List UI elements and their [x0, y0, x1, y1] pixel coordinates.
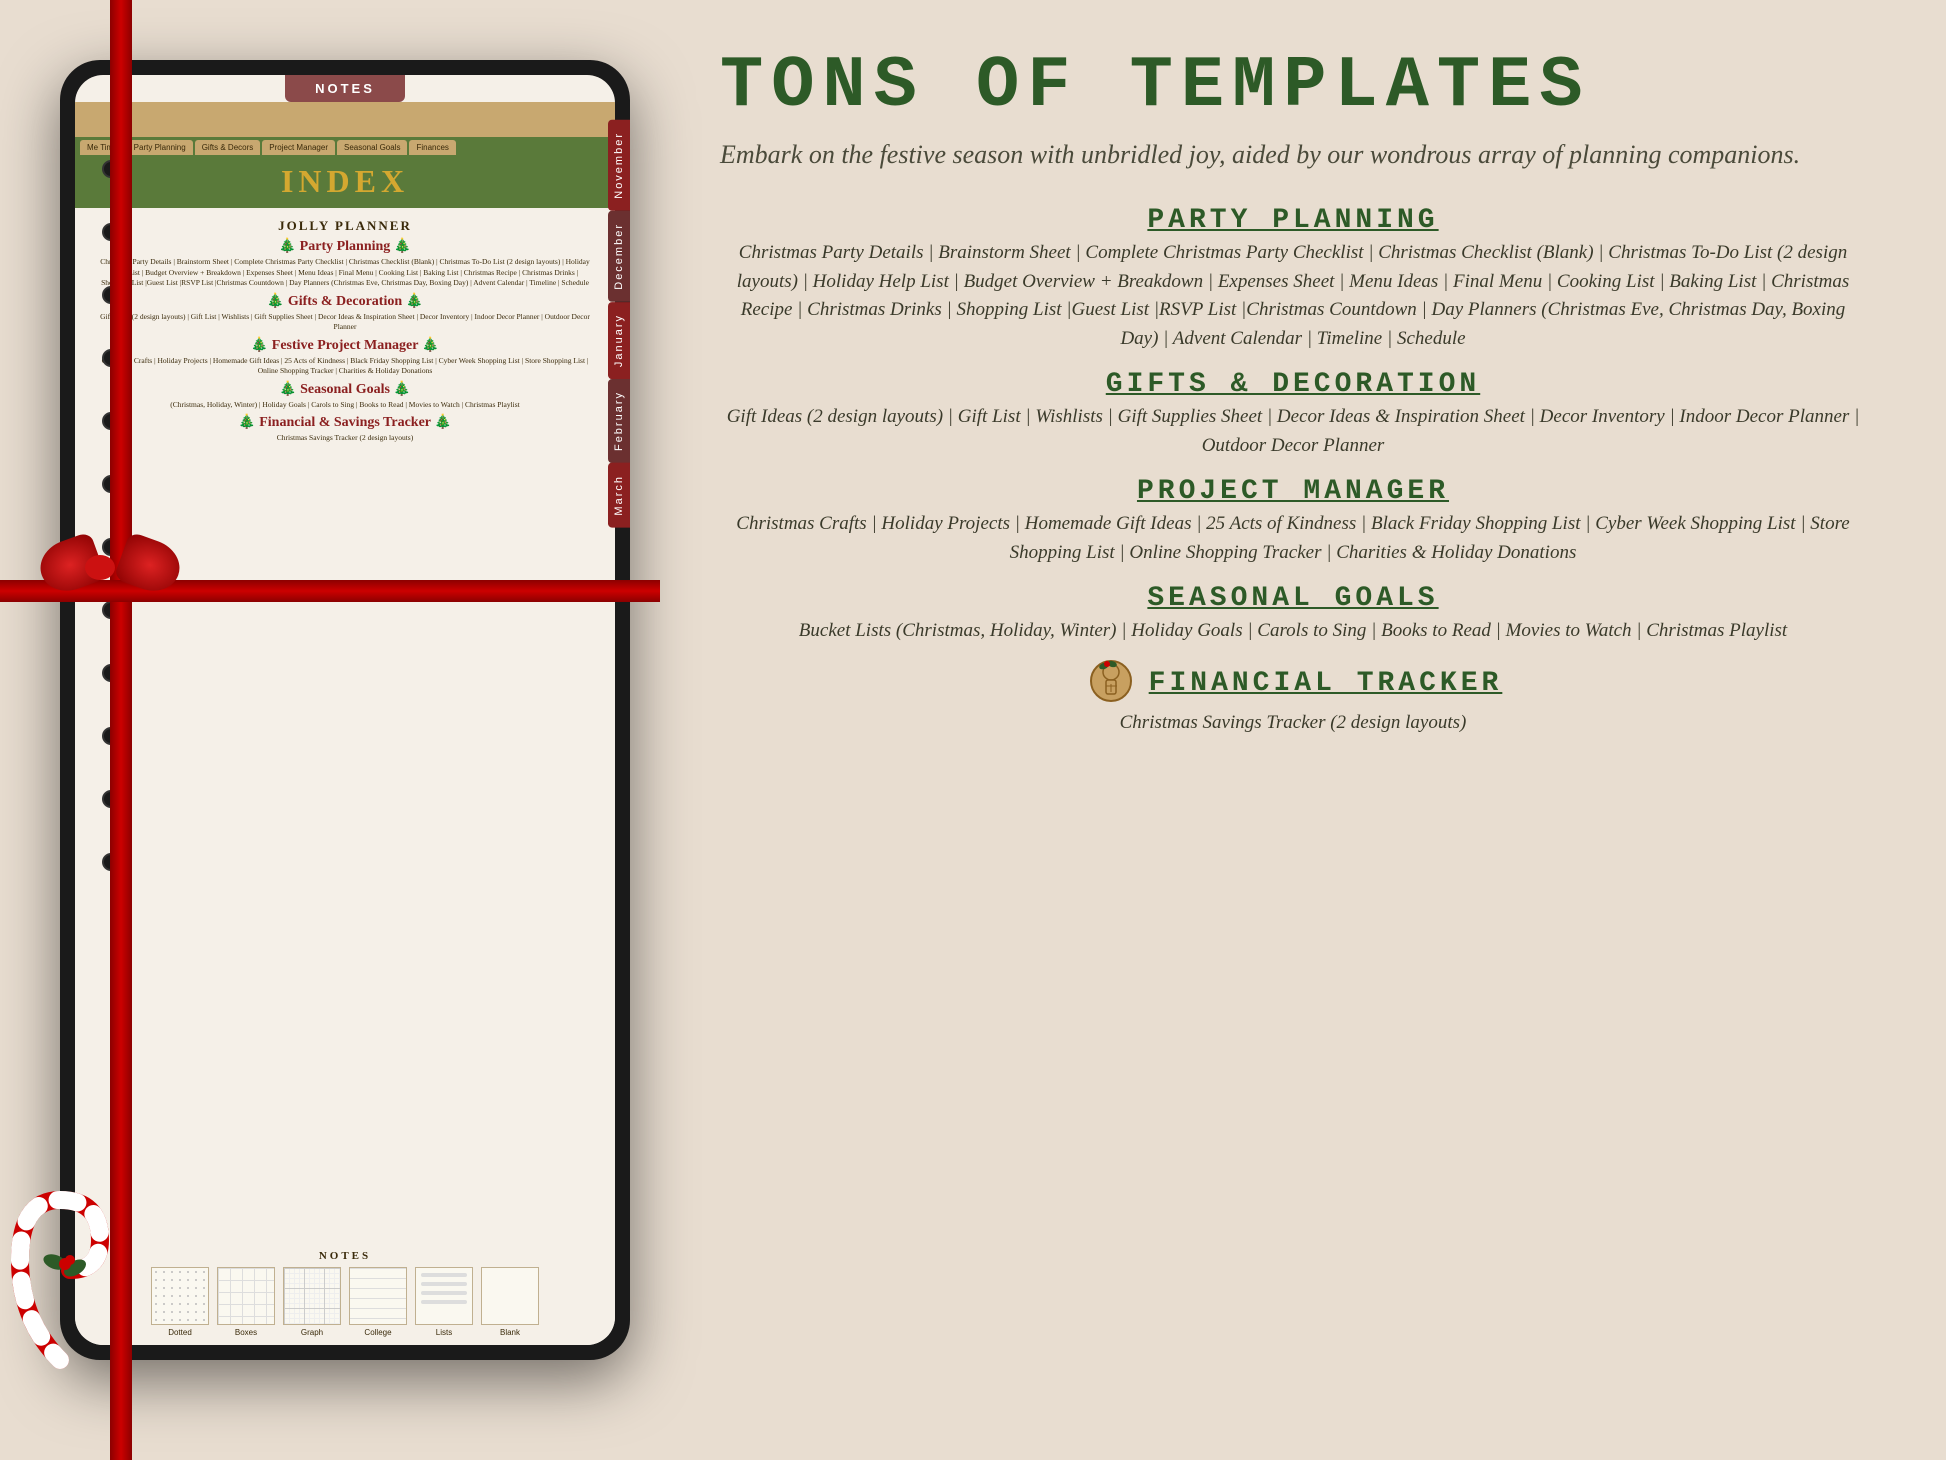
gifts-title: GIFTS & DECORATION — [720, 369, 1866, 400]
project-section: PROJECT MANAGER Christmas Crafts | Holid… — [720, 468, 1866, 567]
nav-tabs-row: Me Time Party Planning Gifts & Decors Pr… — [75, 137, 615, 155]
note-box-lists: Lists — [415, 1267, 473, 1337]
month-tab-february[interactable]: February — [608, 379, 630, 463]
seasonal-section: SEASONAL GOALS Bucket Lists (Christmas, … — [720, 575, 1866, 646]
bow-decoration — [30, 510, 190, 670]
month-tab-january[interactable]: January — [608, 302, 630, 379]
month-tab-december[interactable]: December — [608, 211, 630, 302]
seasonal-title: SEASONAL GOALS — [720, 583, 1866, 614]
month-tab-november[interactable]: November — [608, 120, 630, 211]
candy-cane-decoration — [0, 1180, 130, 1380]
month-tabs: November December January February March — [608, 120, 630, 527]
gifts-section: GIFTS & DECORATION Gift Ideas (2 design … — [720, 361, 1866, 460]
note-box-dotted: Dotted — [151, 1267, 209, 1337]
section-party-text: Christmas Party Details | Brainstorm She… — [100, 257, 590, 289]
section-project-text: Christmas Crafts | Holiday Projects | Ho… — [100, 356, 590, 377]
section-financial-text: Christmas Savings Tracker (2 design layo… — [100, 433, 590, 444]
financial-row: FINANCIAL TRACKER — [720, 654, 1866, 709]
index-title: INDEX — [75, 155, 615, 208]
section-party-heading: 🎄 Party Planning 🎄 — [100, 238, 590, 255]
main-title: TONS OF TEMPLATES — [720, 50, 1866, 122]
subtitle: Embark on the festive season with unbrid… — [720, 135, 1866, 174]
nav-tab-project[interactable]: Project Manager — [262, 140, 335, 155]
planner-name: JOLLY PLANNER — [100, 218, 590, 234]
gingerbread-icon — [1084, 654, 1139, 709]
gifts-desc: Gift Ideas (2 design layouts) | Gift Lis… — [720, 403, 1866, 460]
nav-tab-finances[interactable]: Finances — [409, 140, 455, 155]
bottom-notes-area: NOTES Dotted Boxes Graph — [75, 1245, 615, 1345]
tablet-device: NOTES Me Time Party Planning Gifts & Dec… — [60, 60, 630, 1360]
note-box-college: College — [349, 1267, 407, 1337]
seasonal-desc: Bucket Lists (Christmas, Holiday, Winter… — [720, 617, 1866, 646]
section-gifts-text: Gift Ideas (2 design layouts) | Gift Lis… — [100, 312, 590, 333]
party-planning-desc: Christmas Party Details | Brainstorm She… — [720, 239, 1866, 353]
nav-tab-party[interactable]: Party Planning — [127, 140, 193, 155]
index-content: JOLLY PLANNER 🎄 Party Planning 🎄 Christm… — [75, 213, 615, 1245]
nav-tab-gifts[interactable]: Gifts & Decors — [195, 140, 261, 155]
financial-section: FINANCIAL TRACKER Christmas Savings Trac… — [720, 654, 1866, 738]
project-title: PROJECT MANAGER — [720, 476, 1866, 507]
month-tab-march[interactable]: March — [608, 463, 630, 528]
financial-desc: Christmas Savings Tracker (2 design layo… — [720, 709, 1866, 738]
section-project-heading: 🎄 Festive Project Manager 🎄 — [100, 337, 590, 354]
financial-title: FINANCIAL TRACKER — [1149, 668, 1503, 699]
section-financial-heading: 🎄 Financial & Savings Tracker 🎄 — [100, 414, 590, 431]
section-seasonal-text: (Christmas, Holiday, Winter) | Holiday G… — [100, 400, 590, 411]
section-gifts-heading: 🎄 Gifts & Decoration 🎄 — [100, 293, 590, 310]
nav-tab-seasonal[interactable]: Seasonal Goals — [337, 140, 407, 155]
left-panel: NOTES Me Time Party Planning Gifts & Dec… — [0, 0, 660, 1460]
party-planning-title: PARTY PLANNING — [720, 205, 1866, 236]
section-seasonal-heading: 🎄 Seasonal Goals 🎄 — [100, 381, 590, 398]
note-box-graph: Graph — [283, 1267, 341, 1337]
notes-top-tab: NOTES — [285, 75, 405, 102]
note-box-blank: Blank — [481, 1267, 539, 1337]
project-desc: Christmas Crafts | Holiday Projects | Ho… — [720, 510, 1866, 567]
right-panel: TONS OF TEMPLATES Embark on the festive … — [660, 0, 1946, 1460]
note-boxes-row: Dotted Boxes Graph College — [95, 1267, 595, 1337]
party-planning-section: PARTY PLANNING Christmas Party Details |… — [720, 197, 1866, 353]
note-box-boxes: Boxes — [217, 1267, 275, 1337]
tablet-screen: NOTES Me Time Party Planning Gifts & Dec… — [75, 75, 615, 1345]
bottom-notes-title: NOTES — [95, 1250, 595, 1262]
